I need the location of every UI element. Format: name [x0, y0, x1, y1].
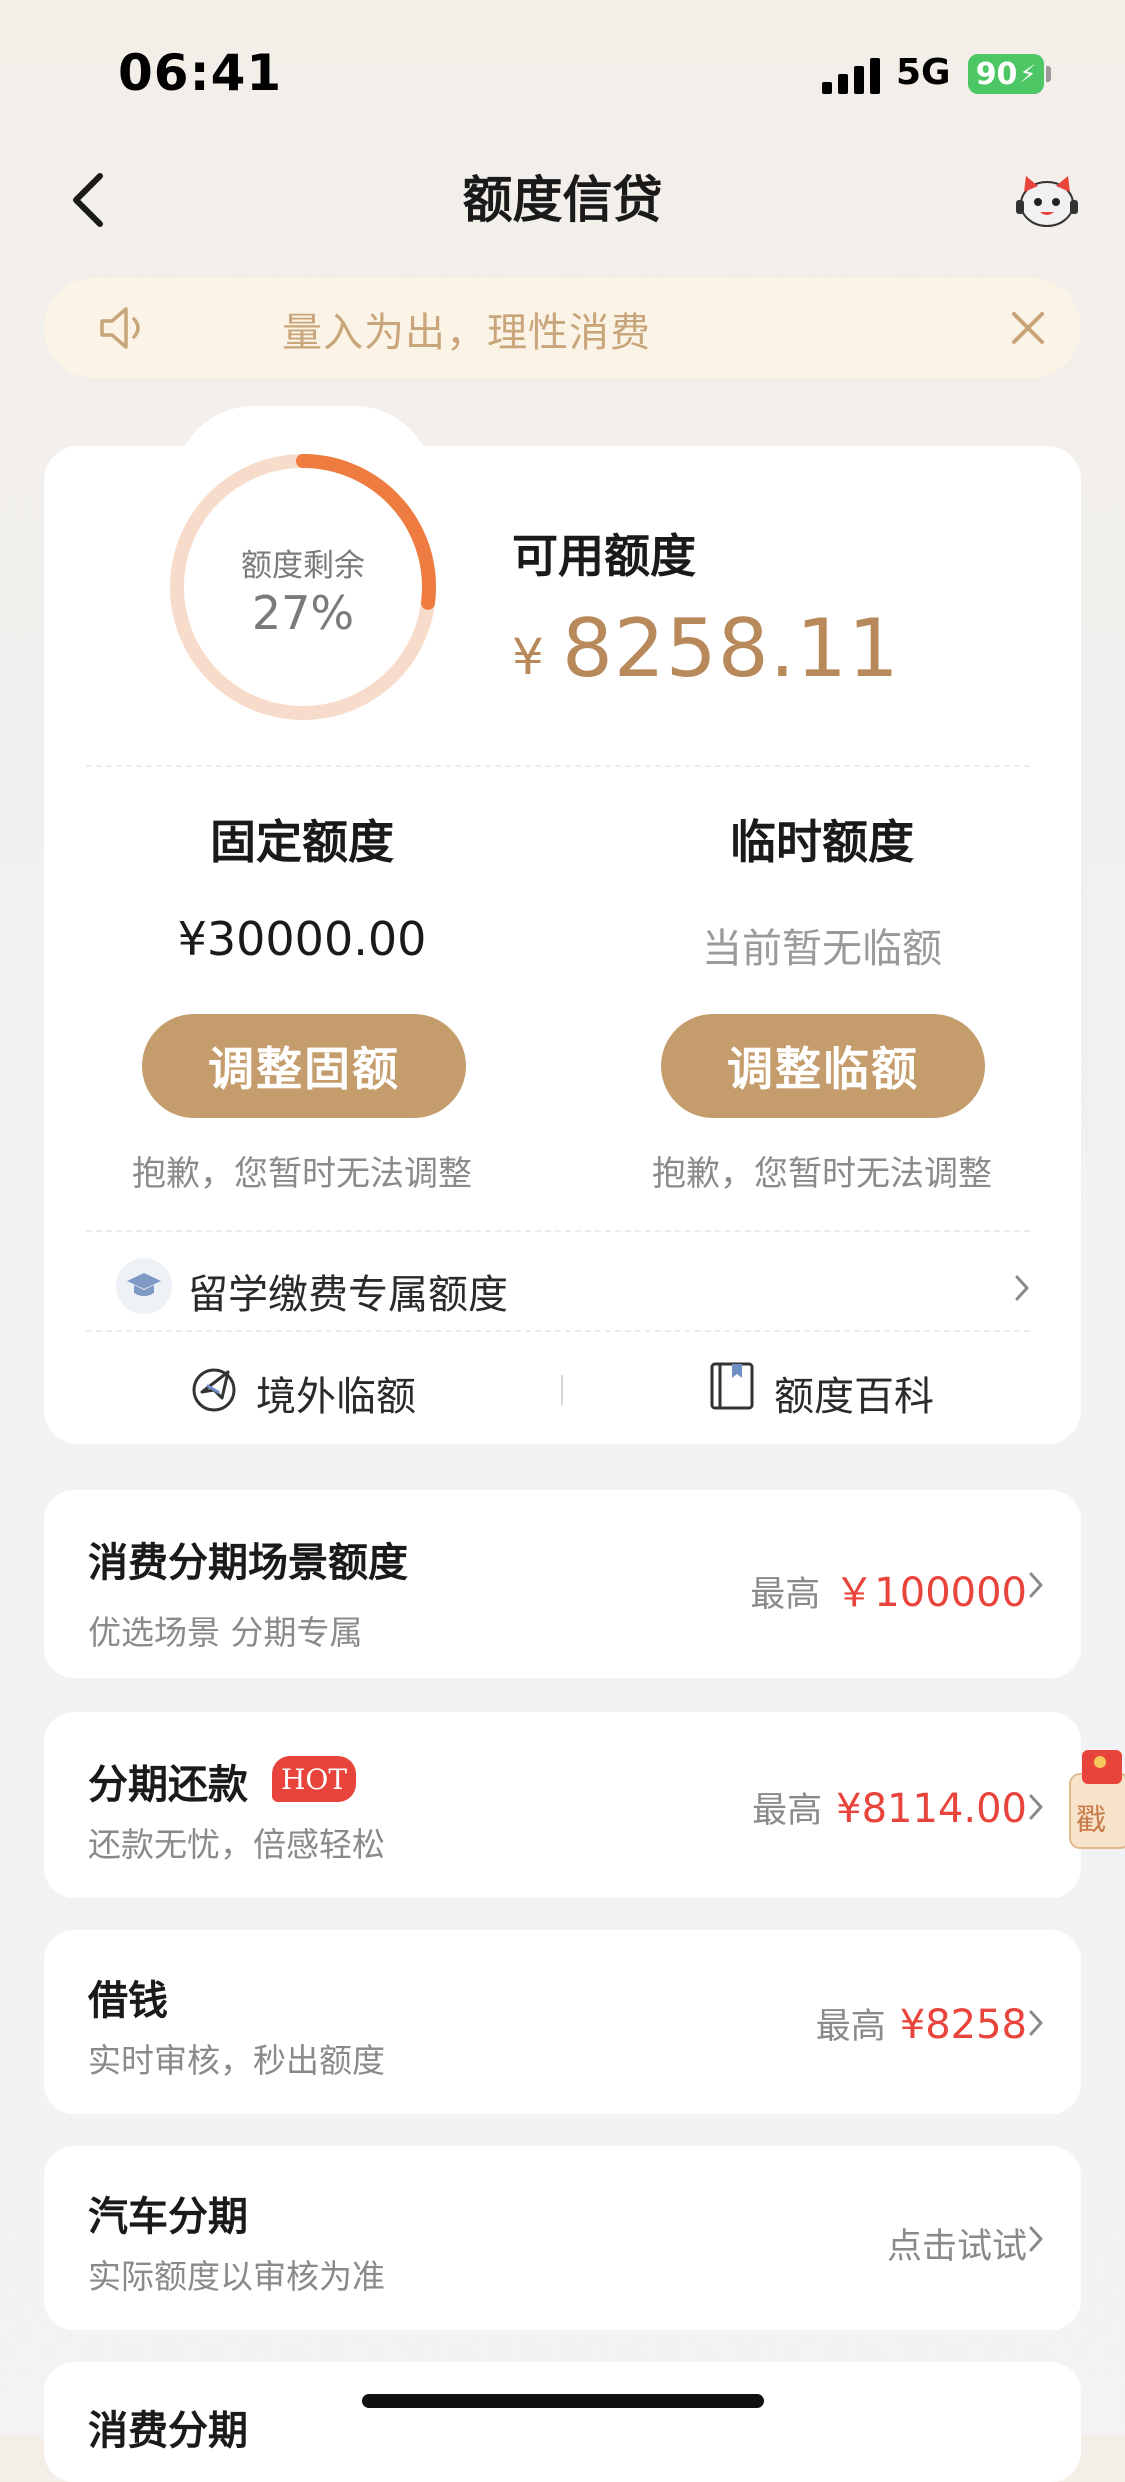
list-item-subtitle: 实时审核，秒出额度 — [88, 2041, 385, 2080]
ring-label: 额度剩余 — [241, 548, 365, 584]
available-currency: ¥ — [512, 628, 544, 686]
mascot-service-icon[interactable] — [1012, 168, 1082, 230]
temp-quota-note: 抱歉，您暂时无法调整 — [652, 1154, 992, 1194]
list-item-subtitle: 实际额度以审核为准 — [88, 2257, 385, 2296]
max-amount: ¥8258 — [899, 2002, 1027, 2048]
battery-level: 90 — [975, 56, 1018, 92]
adjust-fixed-button[interactable]: 调整固额 — [142, 1014, 466, 1118]
signal-icon — [822, 58, 880, 94]
chevron-right-icon — [1015, 1275, 1029, 1301]
close-icon[interactable] — [1006, 306, 1050, 350]
temp-quota-title: 临时额度 — [730, 815, 914, 869]
overseas-quota-link[interactable]: 境外临额 — [256, 1364, 416, 1422]
list-item-title: 借钱 — [88, 1978, 168, 2024]
chevron-right-icon — [1029, 2226, 1043, 2252]
chevron-right-icon — [1029, 1572, 1043, 1598]
list-item-value: 最高 ￥100000 — [750, 1560, 1027, 1618]
temp-quota-value: 当前暂无临额 — [702, 926, 942, 972]
divider — [86, 1230, 1030, 1232]
book-icon[interactable] — [706, 1360, 758, 1412]
max-amount: ￥100000 — [834, 1570, 1027, 1616]
red-packet-float-icon[interactable]: 戳 — [1068, 1738, 1125, 1854]
status-time: 06:41 — [118, 44, 283, 102]
fixed-quota-value: ¥30000.00 — [177, 912, 427, 966]
speaker-icon — [100, 307, 140, 349]
chevron-right-icon — [1029, 2010, 1043, 2036]
list-item-value: 点击试试 — [887, 2218, 1027, 2269]
notice-text: 量入为出，理性消费 — [282, 310, 651, 356]
max-amount: ¥8114.00 — [836, 1786, 1027, 1832]
available-label: 可用额度 — [512, 529, 696, 583]
list-item-subtitle: 还款无忧，倍感轻松 — [88, 1825, 385, 1864]
list-item-subtitle: 优选场景 分期专属 — [88, 1613, 363, 1652]
divider — [86, 765, 1030, 767]
study-quota-label: 留学缴费专属额度 — [188, 1272, 508, 1318]
chevron-right-icon — [1029, 1794, 1043, 1820]
quota-encyclopedia-link[interactable]: 额度百科 — [774, 1364, 934, 1422]
list-item-title: 汽车分期 — [88, 2194, 248, 2240]
page-title: 额度信贷 — [462, 171, 663, 229]
hot-badge: HOT — [272, 1756, 356, 1802]
battery-tip — [1046, 66, 1051, 82]
adjust-temp-button[interactable]: 调整临额 — [661, 1014, 985, 1118]
link-separator — [561, 1375, 563, 1405]
divider — [86, 1330, 1030, 1332]
max-prefix: 最高 — [750, 1575, 821, 1615]
float-label: 戳 — [1076, 1803, 1106, 1838]
list-item-value: 最高 ¥8114.00 — [752, 1782, 1027, 1833]
max-prefix: 最高 — [752, 1791, 823, 1831]
try-action-label: 点击试试 — [886, 2227, 1027, 2267]
graduation-cap-icon — [116, 1258, 172, 1314]
list-item-title: 消费分期场景额度 — [88, 1540, 408, 1586]
network-label: 5G — [896, 52, 951, 93]
list-item-value: 最高 ¥8258 — [816, 1998, 1027, 2049]
max-prefix: 最高 — [815, 2007, 886, 2047]
battery-icon: 90 ⚡ — [968, 54, 1044, 94]
home-indicator — [362, 2394, 764, 2408]
list-item-title: 分期还款 — [88, 1762, 248, 1808]
available-amount: 8258.11 — [562, 602, 900, 695]
list-item-title: 消费分期 — [88, 2408, 248, 2454]
fixed-quota-note: 抱歉，您暂时无法调整 — [132, 1154, 472, 1194]
fixed-quota-title: 固定额度 — [210, 815, 394, 869]
ring-percent: 27% — [251, 586, 355, 640]
overseas-plane-icon[interactable] — [188, 1362, 240, 1414]
